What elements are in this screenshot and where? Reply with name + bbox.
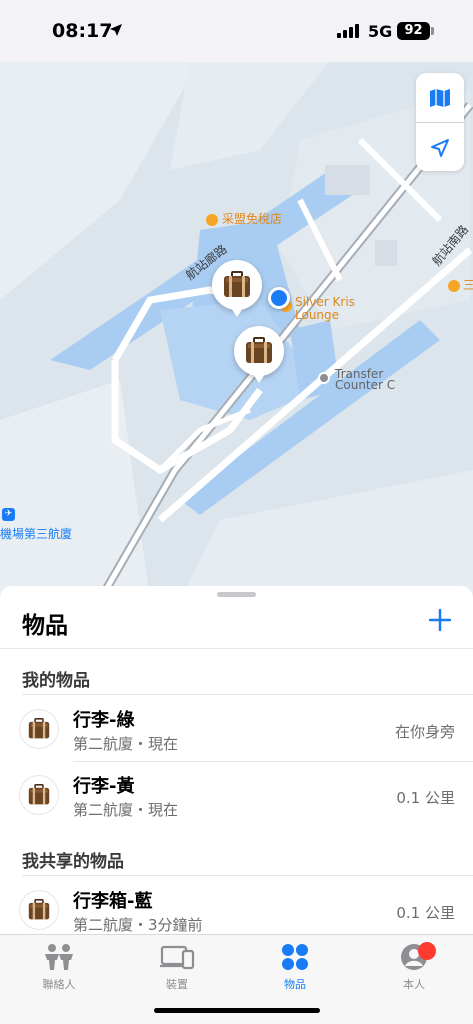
suitcase-icon bbox=[224, 271, 250, 297]
map-controls bbox=[416, 73, 464, 171]
map-icon bbox=[430, 88, 450, 107]
suitcase-icon bbox=[28, 899, 50, 920]
notification-badge bbox=[418, 942, 436, 960]
status-time: 08:17 bbox=[52, 20, 113, 42]
items-icon bbox=[275, 941, 315, 973]
item-distance: 0.1 公里 bbox=[396, 789, 455, 807]
item-row-luggage-yellow[interactable]: 行李-黃 第二航廈・現在 0.1 公里 bbox=[0, 762, 473, 828]
item-name: 行李箱-藍 bbox=[73, 891, 153, 912]
item-distance: 0.1 公里 bbox=[396, 904, 455, 922]
my-items-header: 我的物品 bbox=[22, 671, 90, 691]
home-indicator bbox=[154, 1008, 320, 1013]
suitcase-icon bbox=[28, 718, 50, 739]
locate-me-button[interactable] bbox=[416, 123, 464, 172]
tab-people[interactable]: 聯絡人 bbox=[0, 941, 118, 993]
lounge-label-line1: Silver Kris bbox=[295, 295, 355, 309]
battery-indicator: 92 bbox=[397, 22, 430, 40]
item-subtitle: 第二航廈・現在 bbox=[73, 735, 179, 753]
item-subtitle: 第二航廈・現在 bbox=[73, 801, 179, 819]
battery-tip bbox=[431, 27, 434, 35]
item-avatar bbox=[19, 709, 59, 749]
item-row-luggage-green[interactable]: 行李-綠 第二航廈・現在 在你身旁 bbox=[0, 696, 473, 762]
item-row-suitcase-blue[interactable]: 行李箱-藍 第二航廈・3分鐘前 0.1 公里 bbox=[0, 877, 473, 934]
item-avatar bbox=[19, 775, 59, 815]
title-divider bbox=[0, 648, 473, 649]
transfer-poi-icon bbox=[318, 372, 330, 384]
suitcase-icon bbox=[28, 784, 50, 805]
tab-label: 物品 bbox=[284, 978, 306, 991]
poi-icon bbox=[448, 279, 460, 292]
tab-items[interactable]: 物品 bbox=[236, 941, 354, 993]
tab-label: 裝置 bbox=[166, 978, 188, 991]
devices-icon bbox=[157, 941, 197, 973]
map-mode-button[interactable] bbox=[416, 73, 464, 122]
section-divider bbox=[22, 694, 473, 695]
duty-free-text: 采盟免稅店 bbox=[222, 212, 283, 226]
map-label-right-edge-poi: 三 bbox=[448, 276, 473, 293]
lounge-label-line2: Lounge bbox=[295, 308, 340, 322]
right-edge-text: 三 bbox=[463, 278, 473, 292]
plus-icon bbox=[429, 609, 451, 631]
tab-label: 聯絡人 bbox=[42, 978, 76, 991]
sheet-title: 物品 bbox=[22, 613, 68, 639]
suitcase-icon bbox=[246, 337, 272, 363]
luggage-pin-green[interactable] bbox=[212, 260, 262, 317]
tab-label: 本人 bbox=[403, 978, 425, 991]
airport-icon: ✈ bbox=[2, 508, 15, 521]
tab-me[interactable]: 本人 bbox=[355, 941, 473, 993]
luggage-pin-yellow[interactable] bbox=[234, 326, 284, 383]
sheet-grabber[interactable] bbox=[217, 592, 256, 597]
item-distance: 在你身旁 bbox=[394, 723, 455, 741]
user-location-dot bbox=[268, 287, 290, 309]
section-divider bbox=[22, 875, 473, 876]
tab-devices[interactable]: 裝置 bbox=[118, 941, 236, 993]
location-arrow-icon bbox=[431, 138, 449, 157]
map-view[interactable]: 采盟免稅店 航站廊路 航站南路 三 Silver Kris Lounge Tra… bbox=[0, 0, 473, 600]
transfer-label-line2: Counter C bbox=[335, 378, 396, 392]
terminal-label: 機場第三航廈 bbox=[0, 527, 73, 541]
shared-items-header: 我共享的物品 bbox=[22, 852, 124, 872]
people-icon bbox=[39, 941, 79, 973]
item-avatar bbox=[19, 890, 59, 930]
item-name: 行李-綠 bbox=[73, 710, 135, 731]
items-sheet: 物品 我的物品 行李-綠 第二航廈・現在 在你身旁 行李-黃 第二航廈・現在 0… bbox=[0, 586, 473, 934]
map-label-duty-free: 采盟免稅店 bbox=[206, 210, 282, 227]
item-name: 行李-黃 bbox=[73, 776, 135, 797]
item-subtitle: 第二航廈・3分鐘前 bbox=[73, 916, 203, 934]
status-bar: 08:17 5G 92 bbox=[0, 0, 473, 62]
shopping-poi-icon bbox=[206, 213, 218, 226]
cellular-signal-icon bbox=[337, 24, 359, 38]
network-type: 5G bbox=[368, 22, 393, 41]
add-item-button[interactable] bbox=[424, 604, 456, 636]
location-services-icon bbox=[110, 24, 122, 36]
